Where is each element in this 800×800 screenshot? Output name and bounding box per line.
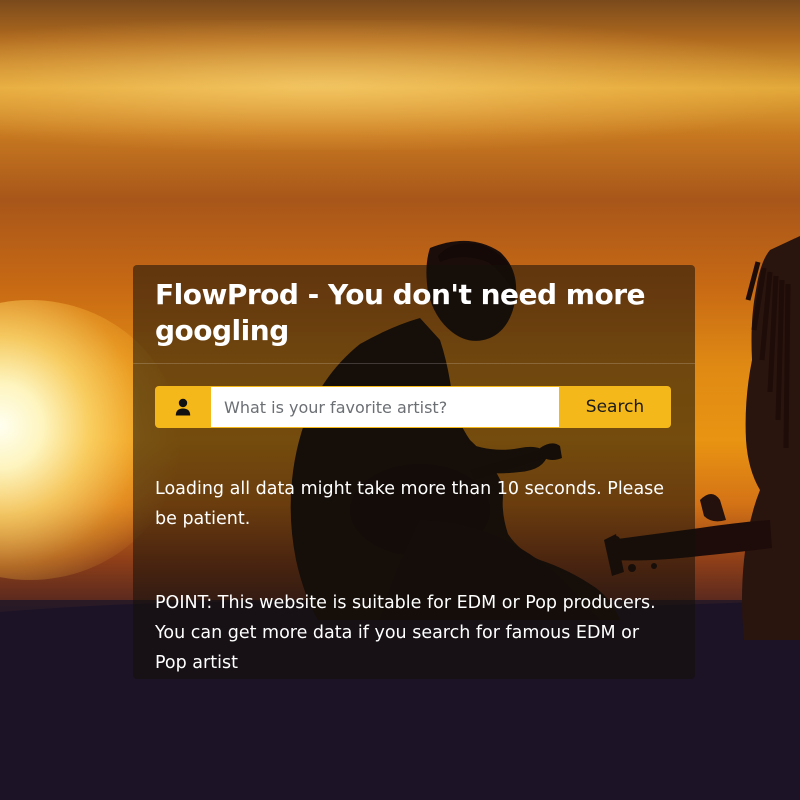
search-group: Search — [155, 386, 671, 428]
search-prefix — [155, 386, 211, 428]
panel-body: Search Loading all data might take more … — [133, 364, 695, 678]
search-panel: FlowProd - You don't need more googling … — [133, 265, 695, 679]
artist-search-input[interactable] — [211, 386, 559, 428]
search-button[interactable]: Search — [559, 386, 671, 428]
page-title: FlowProd - You don't need more googling — [155, 278, 646, 347]
user-icon — [175, 398, 191, 416]
loading-notice: Loading all data might take more than 10… — [155, 479, 665, 529]
panel-header: FlowProd - You don't need more googling — [133, 265, 695, 364]
point-notice: POINT: This website is suitable for EDM … — [155, 593, 656, 673]
